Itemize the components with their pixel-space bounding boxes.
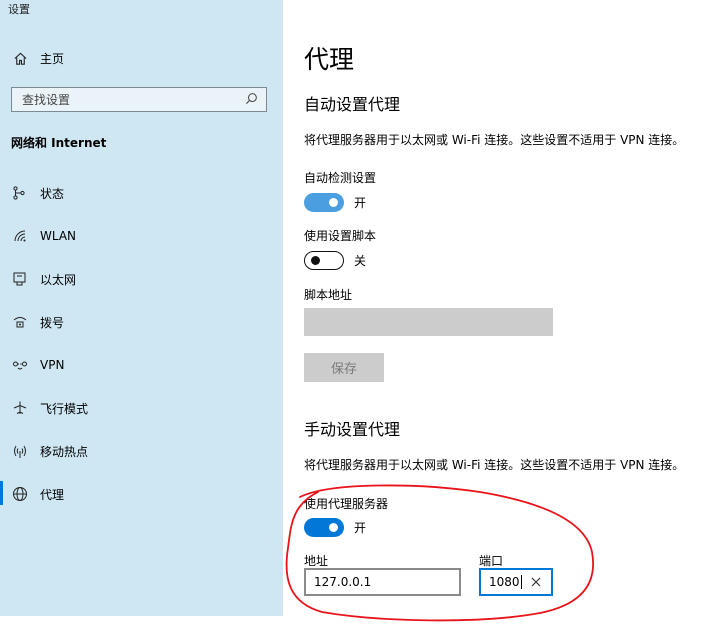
sidebar-item-label: 状态 xyxy=(40,186,65,201)
window-title: 设置 xyxy=(8,3,30,16)
auto-proxy-heading: 自动设置代理 xyxy=(304,95,401,114)
address-value: 127.0.0.1 xyxy=(314,575,372,589)
manual-proxy-description: 将代理服务器用于以太网或 Wi-Fi 连接。这些设置不适用于 VPN 连接。 xyxy=(304,458,685,472)
auto-detect-label: 自动检测设置 xyxy=(304,171,377,185)
sidebar-item-label: 代理 xyxy=(40,487,65,502)
sidebar-item-label: 主页 xyxy=(40,51,65,66)
sidebar-item-airplane-mode[interactable]: 飞行模式 xyxy=(11,398,88,418)
port-value: 1080 xyxy=(489,574,520,589)
section-title: 网络和 Internet xyxy=(11,136,107,150)
save-button[interactable]: 保存 xyxy=(304,353,384,382)
dialup-icon xyxy=(11,313,29,331)
use-script-toggle-row: 关 xyxy=(304,251,366,270)
auto-detect-toggle[interactable] xyxy=(304,193,344,212)
manual-proxy-heading: 手动设置代理 xyxy=(304,420,401,439)
toggle-knob xyxy=(329,523,338,532)
hotspot-icon xyxy=(11,442,29,460)
auto-proxy-description: 将代理服务器用于以太网或 Wi-Fi 连接。这些设置不适用于 VPN 连接。 xyxy=(304,133,685,147)
vpn-icon xyxy=(11,356,29,374)
home-icon xyxy=(11,49,29,67)
auto-detect-toggle-row: 开 xyxy=(304,193,366,212)
port-field[interactable]: 1080 xyxy=(479,568,553,596)
sidebar-item-proxy[interactable]: 代理 xyxy=(11,484,64,504)
sidebar-item-label: 飞行模式 xyxy=(40,401,89,416)
script-address-label: 脚本地址 xyxy=(304,288,353,302)
auto-detect-state: 开 xyxy=(354,196,367,210)
address-label: 地址 xyxy=(304,554,329,568)
sidebar-item-status[interactable]: 状态 xyxy=(11,183,64,203)
port-label: 端口 xyxy=(479,554,504,568)
ethernet-icon xyxy=(11,270,29,288)
sidebar: 设置 主页 网络和 Internet 状态 WLAN 以太网 xyxy=(0,0,283,616)
sidebar-item-mobile-hotspot[interactable]: 移动热点 xyxy=(11,441,88,461)
text-caret xyxy=(520,575,522,590)
toggle-knob xyxy=(311,255,320,265)
clear-icon[interactable] xyxy=(529,575,543,589)
search-input[interactable] xyxy=(22,92,232,107)
use-proxy-toggle[interactable] xyxy=(304,518,344,537)
globe-icon xyxy=(11,485,29,503)
sidebar-item-label: 以太网 xyxy=(40,272,77,287)
use-proxy-toggle-row: 开 xyxy=(304,518,366,537)
sidebar-item-label: 移动热点 xyxy=(40,444,89,459)
search-icon[interactable] xyxy=(245,90,258,109)
use-script-state: 关 xyxy=(354,254,367,268)
sidebar-item-dialup[interactable]: 拨号 xyxy=(11,312,64,332)
page-title: 代理 xyxy=(304,45,355,74)
airplane-icon xyxy=(11,399,29,417)
toggle-knob xyxy=(329,198,338,207)
sidebar-item-label: 拨号 xyxy=(40,315,65,330)
status-icon xyxy=(11,184,29,202)
use-proxy-label: 使用代理服务器 xyxy=(304,497,389,511)
sidebar-item-wlan[interactable]: WLAN xyxy=(11,226,76,246)
use-script-label: 使用设置脚本 xyxy=(304,229,377,243)
port-value-wrap: 1080 xyxy=(489,575,529,590)
active-indicator xyxy=(0,481,3,505)
sidebar-item-label: VPN xyxy=(40,358,65,372)
main-content: 代理 自动设置代理 将代理服务器用于以太网或 Wi-Fi 连接。这些设置不适用于… xyxy=(283,0,720,626)
script-address-input[interactable] xyxy=(304,308,553,336)
wifi-icon xyxy=(11,227,29,245)
search-box[interactable] xyxy=(11,87,267,112)
address-field[interactable]: 127.0.0.1 xyxy=(304,568,461,596)
use-script-toggle[interactable] xyxy=(304,251,344,270)
sidebar-item-ethernet[interactable]: 以太网 xyxy=(11,269,76,289)
sidebar-item-vpn[interactable]: VPN xyxy=(11,355,64,375)
sidebar-item-label: WLAN xyxy=(40,229,77,243)
use-proxy-state: 开 xyxy=(354,521,367,535)
sidebar-item-home[interactable]: 主页 xyxy=(11,48,64,68)
